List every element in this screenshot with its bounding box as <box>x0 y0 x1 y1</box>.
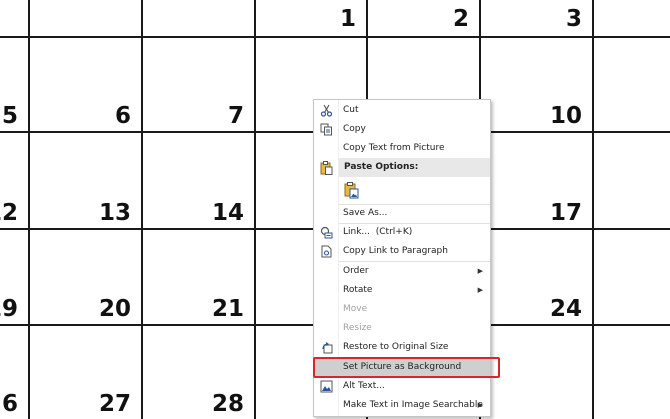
day-number: 17 <box>549 200 582 226</box>
menu-item-save-as[interactable]: Save As... <box>314 204 490 223</box>
day-cell: 27 <box>28 324 143 419</box>
day-number: 28 <box>211 391 244 417</box>
menu-item-label: Move <box>343 304 368 314</box>
alt-text-icon <box>319 379 334 394</box>
day-number: 6 <box>114 103 131 129</box>
menu-item-move: Move <box>314 300 490 319</box>
menu-item-label: Save As... <box>343 208 388 218</box>
day-number: 2 <box>452 6 469 32</box>
day-number: 5 <box>1 103 18 129</box>
menu-item-label: Copy <box>343 124 366 134</box>
callout-highlight-box <box>313 357 500 378</box>
day-cell: 13 <box>28 131 143 230</box>
day-number: 20 <box>98 296 131 322</box>
menu-item-label: Make Text in Image Searchable <box>343 400 483 410</box>
day-cell: 7 <box>141 36 256 133</box>
day-cell: 14 <box>141 131 256 230</box>
menu-item-label: Alt Text... <box>343 381 385 391</box>
scissors-icon <box>319 103 334 118</box>
submenu-arrow-icon: ▶ <box>477 267 483 275</box>
day-cell: 21 <box>141 228 256 326</box>
paste-icon <box>319 160 334 175</box>
copy-icon <box>319 122 334 137</box>
day-number: 24 <box>549 296 582 322</box>
menu-item-copy[interactable]: Copy <box>314 120 490 139</box>
menu-item-label: Rotate <box>343 285 373 295</box>
day-cell: 6 <box>28 36 143 133</box>
day-cell: 19 <box>0 228 30 326</box>
day-number: 7 <box>227 103 244 129</box>
day-cell: 3 <box>479 0 594 37</box>
day-cell: 1 <box>254 0 368 37</box>
menu-item-link[interactable]: Link... (Ctrl+K) <box>314 223 490 242</box>
menu-item-label: Link... (Ctrl+K) <box>343 227 413 237</box>
paste-options-header: Paste Options: <box>339 158 490 177</box>
day-cell: 28 <box>141 324 256 419</box>
menu-item-order[interactable]: Order ▶ <box>314 262 490 281</box>
paste-picture-icon <box>343 181 359 199</box>
menu-item-restore-original-size[interactable]: Restore to Original Size <box>314 338 490 357</box>
day-cell: 26 <box>0 324 30 419</box>
day-number: 10 <box>549 103 582 129</box>
submenu-arrow-icon: ▶ <box>477 401 483 409</box>
shortcut-hint: (Ctrl+K) <box>375 227 413 237</box>
day-number: 19 <box>0 296 18 322</box>
link-icon <box>319 225 334 240</box>
document-link-icon <box>319 244 334 259</box>
day-cell: 24 <box>479 228 594 326</box>
menu-item-copy-text-from-picture[interactable]: Copy Text from Picture <box>314 139 490 158</box>
day-cell: 5 <box>0 36 30 133</box>
day-number: 13 <box>98 200 131 226</box>
paste-option-picture[interactable] <box>314 178 490 202</box>
day-number: 26 <box>0 391 18 417</box>
menu-item-label: Resize <box>343 323 372 333</box>
menu-header-label: Paste Options: <box>344 162 419 172</box>
day-number: 14 <box>211 200 244 226</box>
menu-item-make-text-searchable[interactable]: Make Text in Image Searchable ▶ <box>314 396 490 415</box>
menu-item-cut[interactable]: Cut <box>314 101 490 120</box>
day-cell: 17 <box>479 131 594 230</box>
day-number: 3 <box>565 6 582 32</box>
menu-item-label: Order <box>343 266 369 276</box>
menu-item-label: Restore to Original Size <box>343 342 449 352</box>
day-cell: 2 <box>366 0 481 37</box>
restore-icon <box>319 340 334 355</box>
menu-item-alt-text[interactable]: Alt Text... <box>314 377 490 396</box>
menu-item-resize: Resize <box>314 319 490 338</box>
day-number: 27 <box>98 391 131 417</box>
day-number: 1 <box>339 6 356 32</box>
day-number: 21 <box>211 296 244 322</box>
menu-item-label: Cut <box>343 105 359 115</box>
day-cell: 12 <box>0 131 30 230</box>
day-cell: 20 <box>28 228 143 326</box>
menu-item-label: Copy Text from Picture <box>343 143 445 153</box>
menu-item-label: Copy Link to Paragraph <box>343 246 448 256</box>
submenu-arrow-icon: ▶ <box>477 286 483 294</box>
menu-item-copy-link-to-paragraph[interactable]: Copy Link to Paragraph <box>314 242 490 261</box>
menu-item-rotate[interactable]: Rotate ▶ <box>314 281 490 300</box>
day-number: 12 <box>0 200 18 226</box>
day-cell: 10 <box>479 36 594 133</box>
